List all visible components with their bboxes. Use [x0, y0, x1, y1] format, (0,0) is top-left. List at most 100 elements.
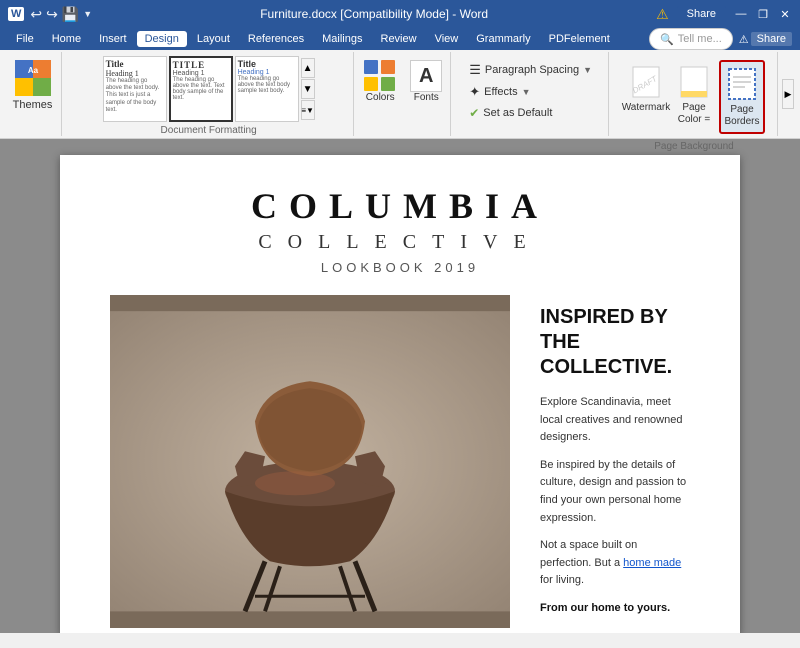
- para-spacing-icon: ☰: [469, 62, 481, 78]
- chair-image: [110, 295, 510, 628]
- style-thumb-h1-3: Heading 1: [238, 69, 296, 76]
- doc-para-3: Not a space built on perfection. But a h…: [540, 537, 690, 590]
- swatch-green: [381, 77, 395, 91]
- style-thumbnails: Title Heading 1 The heading go above the…: [103, 56, 299, 122]
- page-borders-label: PageBorders: [725, 104, 760, 128]
- colors-label: Colors: [366, 92, 395, 103]
- window-title: Furniture.docx [Compatibility Mode] - Wo…: [92, 7, 656, 21]
- fonts-button[interactable]: A Fonts: [405, 56, 447, 107]
- gallery-down-arrow[interactable]: ▼: [301, 79, 315, 99]
- document-formatting-label: Document Formatting: [72, 122, 345, 136]
- style-thumb-3[interactable]: Title Heading 1 The heading go above the…: [235, 56, 299, 122]
- para-effects-content: ☰ Paragraph Spacing ▼ ✦ Effects ▼ ✔ Set …: [461, 56, 600, 132]
- title-bar-left: W ↩ ↪ 💾 ▼: [8, 6, 92, 23]
- menu-design[interactable]: Design: [137, 31, 187, 47]
- para-spacing-arrow: ▼: [583, 65, 592, 75]
- warn-badge[interactable]: ⚠: [739, 33, 749, 46]
- menu-references[interactable]: References: [240, 31, 312, 47]
- gallery-more-arrow[interactable]: ≡▼: [301, 100, 315, 120]
- style-thumb-title-2: TITLE: [173, 60, 229, 70]
- menu-insert[interactable]: Insert: [91, 31, 135, 47]
- doc-title-main: COLUMBIA: [110, 185, 690, 227]
- style-thumb-body-3: The heading go above the text body sampl…: [238, 76, 296, 94]
- colors-fonts-content: Colors A Fonts: [359, 56, 447, 132]
- share-button[interactable]: Share: [677, 6, 726, 22]
- watermark-label: Watermark: [622, 102, 671, 114]
- maximize-button[interactable]: ❐: [756, 7, 770, 21]
- gallery-up-arrow[interactable]: ▲: [301, 58, 315, 78]
- menu-pdfelement[interactable]: PDFelement: [541, 31, 618, 47]
- effects-icon: ✦: [469, 84, 480, 100]
- page-bg-buttons: DRAFT Watermark PageColor: [619, 56, 769, 138]
- watermark-button[interactable]: DRAFT Watermark: [623, 60, 669, 118]
- style-gallery-content: Title Heading 1 The heading go above the…: [103, 56, 315, 122]
- ribbon: Aa Themes Title Heading 1 The heading g: [0, 50, 800, 139]
- page-color-button[interactable]: PageColor =: [671, 60, 717, 130]
- colors-button[interactable]: Colors: [359, 56, 401, 107]
- set-default-button[interactable]: ✔ Set as Default: [465, 104, 596, 122]
- paragraph-spacing-button[interactable]: ☰ Paragraph Spacing ▼: [465, 60, 596, 80]
- quick-access-toolbar: ↩ ↪ 💾 ▼: [30, 6, 92, 23]
- page-borders-button[interactable]: PageBorders: [719, 60, 765, 134]
- fonts-icon: A: [410, 60, 442, 92]
- effects-label: Effects: [484, 86, 517, 98]
- style-thumb-body-2: The heading go above the text. Text body…: [173, 77, 229, 101]
- doc-para-2: Be inspired by the details of culture, d…: [540, 457, 690, 527]
- home-made-link[interactable]: home made: [623, 557, 681, 569]
- set-default-label: Set as Default: [483, 107, 552, 119]
- style-thumb-title-3: Title: [238, 59, 296, 69]
- share-ribbon-button[interactable]: Share: [751, 32, 792, 46]
- style-thumb-title-1: Title: [106, 59, 164, 69]
- menu-file[interactable]: File: [8, 31, 42, 47]
- save-button[interactable]: 💾: [62, 6, 79, 23]
- menu-grammarly[interactable]: Grammarly: [468, 31, 538, 47]
- style-gallery: Title Heading 1 The heading go above the…: [103, 56, 315, 122]
- gallery-scroll: ▲ ▼ ≡▼: [301, 58, 315, 120]
- style-thumb-body-1: The heading go above the text body. This…: [106, 78, 164, 114]
- document-formatting-group: Title Heading 1 The heading go above the…: [64, 52, 354, 136]
- style-thumb-h1-2: Heading 1: [173, 70, 229, 77]
- style-thumb-1[interactable]: Title Heading 1 The heading go above the…: [103, 56, 167, 122]
- page-bg-content: DRAFT Watermark PageColor: [619, 56, 769, 138]
- document-page: COLUMBIA COLLECTIVE LOOKBOOK 2019: [60, 155, 740, 633]
- ribbon-right-arrow[interactable]: ▶: [782, 79, 794, 109]
- menu-review[interactable]: Review: [373, 31, 425, 47]
- title-bar-right: ⚠ Share — ❐ ✕: [656, 6, 792, 23]
- swatch-yellow: [364, 77, 378, 91]
- minimize-button[interactable]: —: [734, 7, 748, 21]
- redo-button[interactable]: ↪: [46, 6, 58, 23]
- title-bar: W ↩ ↪ 💾 ▼ Furniture.docx [Compatibility …: [0, 0, 800, 28]
- page-background-label: Page Background: [619, 138, 769, 152]
- dropdown-arrow[interactable]: ▼: [83, 9, 92, 19]
- menu-mailings[interactable]: Mailings: [314, 31, 370, 47]
- effects-arrow: ▼: [522, 87, 531, 97]
- menu-home[interactable]: Home: [44, 31, 89, 47]
- svg-text:Aa: Aa: [27, 66, 38, 75]
- warning-icon: ⚠: [656, 6, 669, 23]
- para-spacing-label: Paragraph Spacing: [485, 64, 579, 76]
- themes-button[interactable]: Aa Themes: [8, 56, 58, 115]
- document-area[interactable]: COLUMBIA COLLECTIVE LOOKBOOK 2019: [0, 139, 800, 633]
- word-icon: W: [8, 7, 24, 21]
- doc-lookbook: LOOKBOOK 2019: [110, 260, 690, 275]
- themes-group-content: Aa Themes: [8, 56, 58, 132]
- style-thumb-2[interactable]: TITLE Heading 1 The heading go above the…: [169, 56, 233, 122]
- effects-button[interactable]: ✦ Effects ▼: [465, 82, 596, 102]
- swatch-blue: [364, 60, 378, 74]
- swatch-orange: [381, 60, 395, 74]
- watermark-icon: DRAFT: [630, 64, 662, 100]
- menu-layout[interactable]: Layout: [189, 31, 238, 47]
- style-thumb-h1-1: Heading 1: [106, 69, 164, 78]
- themes-label: Themes: [13, 99, 53, 111]
- chair-svg: [110, 295, 510, 628]
- checkmark-icon: ✔: [469, 106, 479, 120]
- menu-view[interactable]: View: [427, 31, 467, 47]
- ribbon-scroll-right: ▶: [780, 52, 796, 136]
- menu-bar: File Home Insert Design Layout Reference…: [0, 28, 800, 50]
- page-background-group: DRAFT Watermark PageColor: [611, 52, 778, 136]
- close-button[interactable]: ✕: [778, 7, 792, 21]
- undo-button[interactable]: ↩: [30, 6, 42, 23]
- tell-me-input[interactable]: 🔍 Tell me...: [649, 28, 733, 50]
- doc-para-4: From our home to yours.: [540, 600, 690, 618]
- page-borders-icon: [726, 66, 758, 102]
